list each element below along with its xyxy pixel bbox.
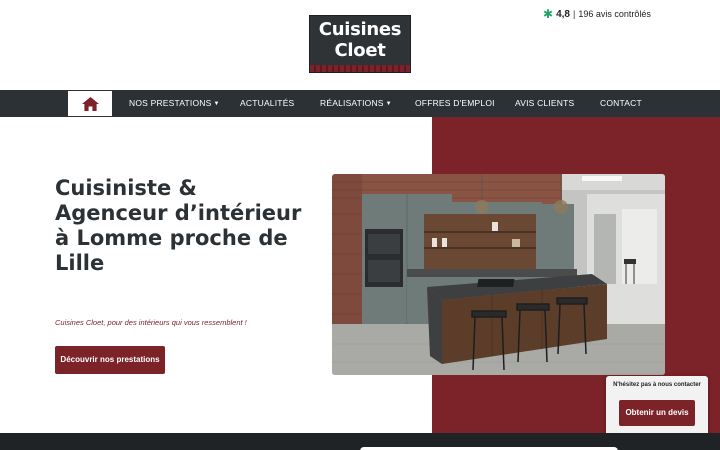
nav-item-label: RÉALISATIONS [320,98,384,108]
home-icon [82,97,99,111]
hero-title: Cuisiniste & Agenceur d’intérieur à Lomm… [55,176,302,275]
site-header: Cuisines Cloet ✱ 4,8 | 196 avis contrôlé… [0,0,720,90]
contact-widget-text: N'hésitez pas à nous contacter [613,382,701,388]
logo-stripe [310,65,410,72]
star-icon: ✱ [543,7,554,21]
caret-down-icon: ▼ [213,101,220,107]
nav-item-actualites[interactable]: ACTUALITÉS [240,90,294,117]
logo-line-1: Cuisines [318,19,402,40]
nav-home-button[interactable] [67,90,113,117]
rating-separator: | [572,9,576,19]
nav-item-avis-clients[interactable]: AVIS CLIENTS [515,90,574,117]
nav-item-offres-emploi[interactable]: OFFRES D'EMPLOI [415,90,495,117]
footer-strip [0,433,720,450]
nav-item-nos-prestations[interactable]: NOS PRESTATIONS ▼ [129,90,220,117]
main-nav: NOS PRESTATIONS ▼ ACTUALITÉS RÉALISATIONS… [0,90,720,117]
kitchen-photo [332,174,665,375]
logo-line-2: Cloet [334,40,386,61]
nav-item-label: NOS PRESTATIONS [129,98,212,108]
nav-item-label: CONTACT [600,98,642,108]
nav-item-label: AVIS CLIENTS [515,98,575,108]
contact-widget: N'hésitez pas à nous contacter Obtenir u… [606,376,708,436]
rating-widget[interactable]: ✱ 4,8 | 196 avis contrôlés [543,8,651,20]
get-quote-button[interactable]: Obtenir un devis [619,400,695,426]
nav-item-contact[interactable]: CONTACT [600,90,642,117]
discover-services-button[interactable]: Découvrir nos prestations [55,346,165,374]
rating-count: 196 avis contrôlés [578,9,651,19]
rating-score: 4,8 [556,8,570,20]
nav-item-label: OFFRES D'EMPLOI [415,98,495,108]
nav-item-label: ACTUALITÉS [240,98,295,108]
brand-logo[interactable]: Cuisines Cloet [309,15,411,73]
caret-down-icon: ▼ [385,101,392,107]
nav-item-realisations[interactable]: RÉALISATIONS ▼ [320,90,392,117]
hero-subtitle: Cuisines Cloet, pour des intérieurs qui … [55,318,247,327]
